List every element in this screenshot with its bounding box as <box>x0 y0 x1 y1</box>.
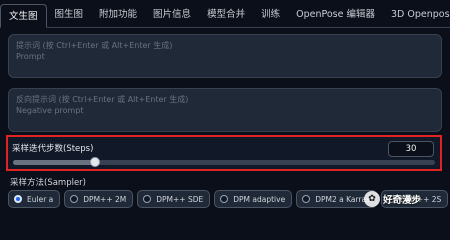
sampler-option-dpm-adaptive[interactable]: DPM adaptive <box>214 190 293 208</box>
prompt-placeholder: Prompt <box>16 52 45 61</box>
radio-dot <box>302 195 311 203</box>
sampler-option-euler-a[interactable]: Euler a <box>8 190 61 208</box>
watermark-text: 好奇漫步 <box>383 195 422 206</box>
radio-dot <box>14 195 22 203</box>
sampler-option-label: DPM2 a Karras <box>315 194 371 204</box>
tab-checkpoint-merger[interactable]: 模型合并 <box>199 3 253 27</box>
tab-extras[interactable]: 附加功能 <box>91 3 145 27</box>
tab-img2img[interactable]: 图生图 <box>47 3 92 27</box>
prompt-input[interactable]: 提示词 (按 Ctrl+Enter 或 Alt+Enter 生成) Prompt <box>8 34 442 78</box>
radio-dot <box>70 195 79 203</box>
watermark-logo-icon: ✿ <box>364 191 380 207</box>
sampler-option-label: DPM adaptive <box>233 194 286 204</box>
tab-3d-openpose[interactable]: 3D Openpose <box>383 3 450 27</box>
sampler-label: 采样方法(Sampler) <box>10 178 86 188</box>
negative-prompt-input[interactable]: 反向提示词 (按 Ctrl+Enter 或 Alt+Enter 生成) Nega… <box>8 88 442 132</box>
tab-txt2img[interactable]: 文生图 <box>0 4 47 28</box>
steps-number-input[interactable]: 30 <box>388 141 434 157</box>
negative-prompt-hint: 反向提示词 (按 Ctrl+Enter 或 Alt+Enter 生成) <box>16 95 189 104</box>
watermark: ✿ 好奇漫步 <box>364 190 448 208</box>
steps-slider-thumb[interactable] <box>90 157 100 167</box>
steps-label: 采样迭代步数(Steps) <box>12 144 94 154</box>
tab-bar: 文生图 图生图 附加功能 图片信息 模型合并 训练 OpenPose 编辑器 3… <box>0 0 450 28</box>
steps-slider[interactable] <box>13 157 435 167</box>
sampler-option-dpmpp-sde[interactable]: DPM++ SDE <box>137 190 211 208</box>
prompt-hint: 提示词 (按 Ctrl+Enter 或 Alt+Enter 生成) <box>16 41 173 50</box>
sampler-option-dpmpp-2m[interactable]: DPM++ 2M <box>64 190 134 208</box>
radio-dot <box>220 195 229 203</box>
tab-png-info[interactable]: 图片信息 <box>145 3 199 27</box>
sampler-option-label: DPM++ 2M <box>83 194 127 204</box>
negative-prompt-placeholder: Negative prompt <box>16 106 84 115</box>
tab-openpose-editor[interactable]: OpenPose 编辑器 <box>288 3 383 27</box>
steps-slider-fill <box>13 160 95 165</box>
tab-train[interactable]: 训练 <box>253 3 288 27</box>
steps-panel: 采样迭代步数(Steps) 30 <box>6 135 442 171</box>
sampler-option-label: Euler a <box>27 194 54 204</box>
sampler-option-label: DPM++ SDE <box>156 194 204 204</box>
radio-dot <box>143 195 152 203</box>
